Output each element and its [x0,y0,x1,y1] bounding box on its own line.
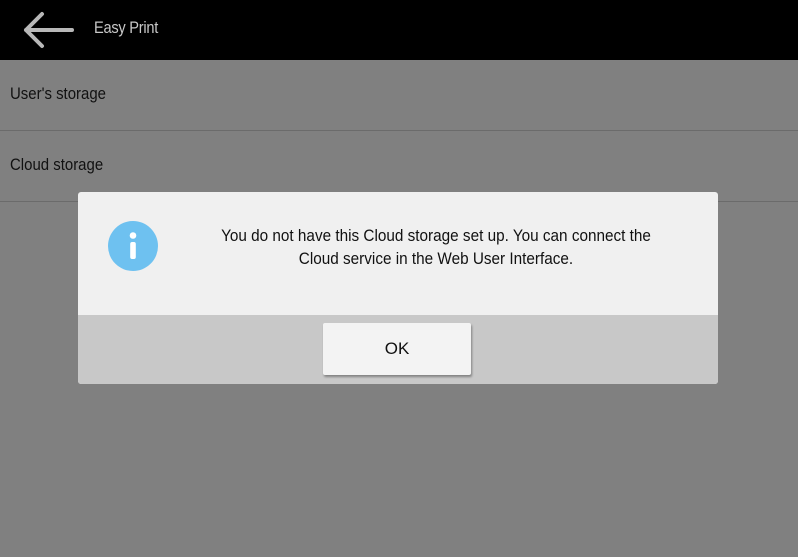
list-item-label: Cloud storage [10,155,104,174]
dialog-footer: OK [78,315,718,384]
top-bar: Easy Print [0,0,798,60]
screen: Easy Print User's storage Cloud storage … [0,0,798,557]
back-button[interactable] [14,6,78,54]
dialog-body: You do not have this Cloud storage set u… [78,192,718,315]
dialog-message-text: You do not have this Cloud storage set u… [221,226,651,268]
list-item-label: User's storage [10,84,106,103]
arrow-left-icon [24,12,74,48]
dialog-message: You do not have this Cloud storage set u… [190,224,682,270]
info-dialog: You do not have this Cloud storage set u… [78,192,718,384]
list-item-users-storage[interactable]: User's storage [0,60,798,131]
ok-button[interactable]: OK [323,323,471,375]
app-title: Easy Print [94,18,159,37]
info-icon [108,221,158,271]
